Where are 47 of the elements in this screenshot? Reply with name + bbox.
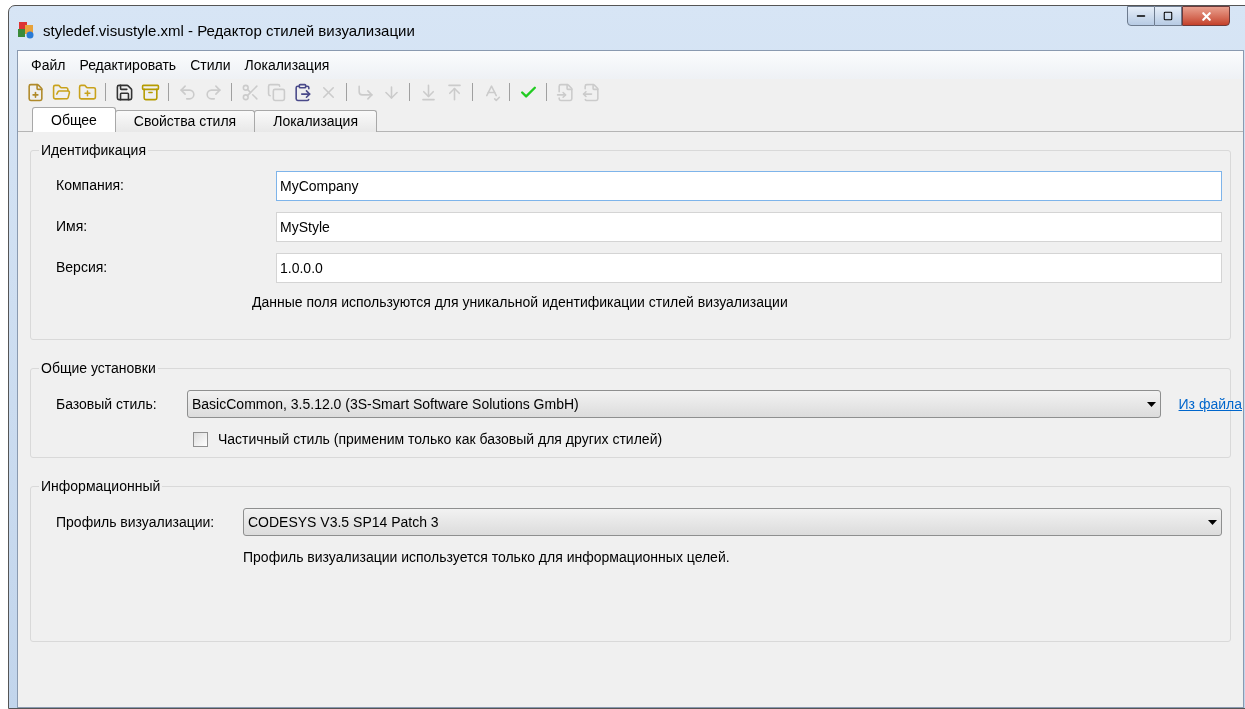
tab[interactable]: Локализация (254, 110, 377, 132)
tab[interactable]: Свойства стиля (114, 110, 256, 132)
field-label: Компания: (55, 176, 125, 195)
checkbox[interactable] (193, 431, 208, 447)
hint-text: Данные поля используются для уникальной идентификации стилей визуализации (252, 292, 788, 312)
paste-icon (292, 82, 312, 102)
folder-icon (51, 82, 71, 102)
dropdown[interactable]: BasicCommon, 3.5.12.0 (3S-Smart Software Solutions GmbH) (187, 390, 1161, 418)
save-icon (114, 82, 134, 102)
export-icon (581, 82, 601, 102)
group-title: Идентификация (40, 141, 147, 160)
input-field[interactable]: MyCompany (276, 170, 1222, 201)
field-label: Базовый стиль: (55, 394, 158, 414)
cut-icon (240, 82, 260, 102)
close-icon (1199, 9, 1213, 23)
input-field[interactable]: MyStyle (276, 211, 1222, 242)
maximize-button[interactable] (1155, 6, 1182, 26)
group-title: Общие установки (40, 359, 157, 378)
add-child-icon (355, 82, 375, 102)
maximize-icon (1163, 11, 1173, 21)
input-field[interactable]: 1.0.0.0 (276, 252, 1222, 283)
undo-icon (177, 82, 197, 102)
cabinet-icon (140, 82, 160, 102)
menu-item[interactable]: Стили (183, 54, 238, 76)
app-icon (17, 21, 35, 39)
hint-text: Профиль визуализации используется только для информационных целей. (243, 547, 730, 567)
group-title: Информационный (40, 477, 162, 496)
field-label: Имя: (55, 217, 89, 236)
folder-plus-icon (77, 82, 97, 102)
import-icon (555, 82, 575, 102)
close-button[interactable] (1182, 6, 1230, 26)
field-label: Профиль визуализации: (55, 512, 216, 532)
dropdown-arrow-icon (1146, 401, 1156, 407)
new-file-icon (25, 82, 45, 102)
checkbox-label: Частичный стиль (применим только как базовый для других стилей) (218, 429, 663, 449)
minimize-button[interactable] (1127, 6, 1155, 26)
menu-item[interactable]: Редактировать (72, 54, 184, 76)
menu-item[interactable]: Локализация (237, 54, 337, 76)
field-label: Версия: (55, 258, 109, 277)
from-file-link[interactable]: Из файла (1178, 393, 1242, 415)
copy-icon (266, 82, 286, 102)
dropdown[interactable]: CODESYS V3.5 SP14 Patch 3 (243, 508, 1222, 536)
window-title: styledef.visustyle.xml - Редактор стилей визуализации (43, 21, 415, 41)
dropdown-arrow-icon (1208, 519, 1217, 525)
tab[interactable]: Общее (32, 107, 116, 132)
menu-item[interactable]: Файл (24, 54, 73, 76)
redo-icon (203, 82, 223, 102)
